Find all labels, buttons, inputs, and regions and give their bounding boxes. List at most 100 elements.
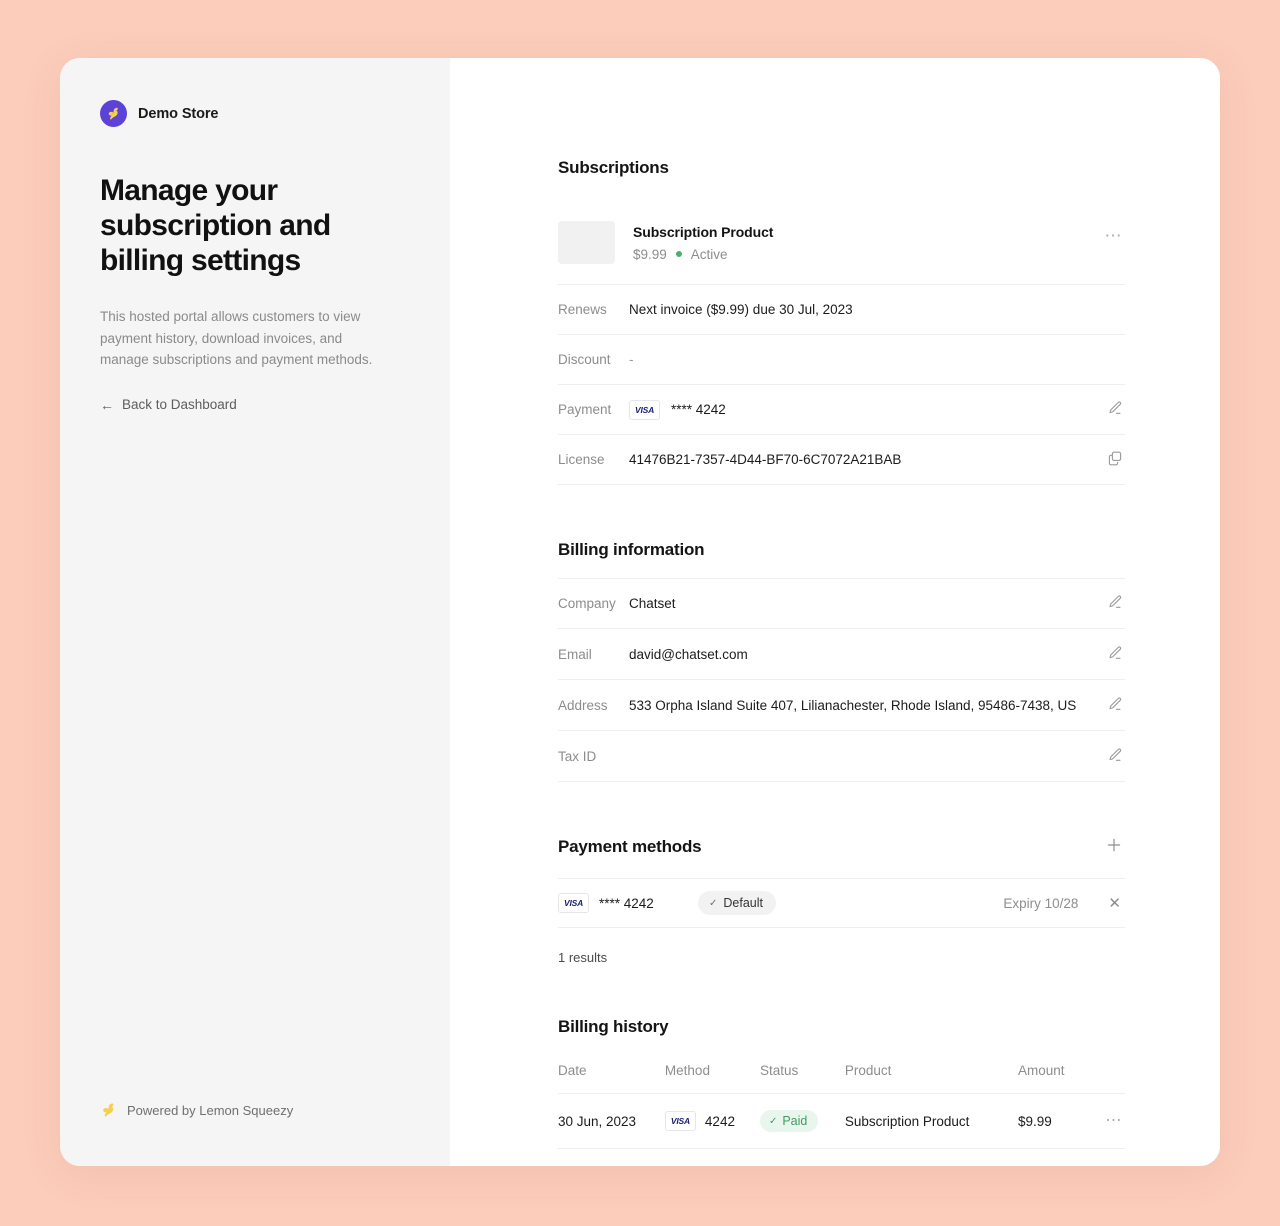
status-dot-icon (675, 251, 682, 257)
subscriptions-section: Subscriptions Subscription Product $9.99… (558, 158, 1125, 485)
billing-history-title: Billing history (558, 1017, 669, 1036)
default-badge: ✓ Default (698, 891, 776, 915)
copy-license-button[interactable] (1105, 448, 1125, 471)
visa-label: VISA (634, 404, 655, 415)
paid-status-badge: ✓ Paid (759, 1110, 819, 1132)
sidebar: Demo Store Manage your subscription and … (60, 58, 450, 1166)
renews-label: Renews (558, 302, 607, 317)
tax-id-label: Tax ID (558, 748, 597, 764)
license-row: License 41476B21-7357-4D44-BF70-6C7072A2… (558, 435, 1125, 485)
edit-tax-id-button[interactable] (1105, 745, 1125, 768)
payment-method-row: VISA **** 4242 ✓ Default Expiry 10/28 ✕ (558, 878, 1125, 928)
page-title: Manage your subscription and billing set… (100, 174, 331, 277)
close-icon: ✕ (1108, 894, 1121, 912)
visa-card-icon: VISA (664, 1111, 696, 1131)
billing-history-section: Billing history Date Method Status Produ… (558, 1017, 1125, 1166)
arrow-left-icon: ← (100, 396, 114, 413)
payment-methods-header: Payment methods (558, 834, 1125, 859)
visa-label: VISA (563, 898, 584, 908)
edit-icon (1107, 696, 1123, 715)
edit-payment-button[interactable] (1105, 398, 1125, 421)
table-header: Date Method Status Product Amount (558, 1063, 1125, 1094)
default-badge-label: Default (723, 896, 763, 910)
payment-methods-section: Payment methods VISA **** 4242 ✓ Default… (558, 834, 1125, 965)
billing-information-section: Billing information Company Chatset Emai… (558, 540, 1125, 782)
email-label: Email (558, 646, 592, 662)
payment-label: Payment (558, 402, 612, 417)
subscription-info: Subscription Product $9.99 Active (633, 224, 1085, 262)
payment-method-card: VISA **** 4242 (558, 893, 698, 913)
company-label: Company (558, 596, 616, 611)
visa-card-icon: VISA (558, 893, 589, 913)
address-value: 533 Orpha Island Suite 407, Lilianachest… (629, 697, 1077, 713)
plus-icon (1105, 836, 1123, 857)
cell-method: VISA 4242 (664, 1093, 760, 1149)
email-value: david@chatset.com (629, 646, 748, 662)
back-to-dashboard-label: Back to Dashboard (122, 397, 237, 412)
payment-value: VISA **** 4242 (629, 399, 1105, 420)
check-icon: ✓ (709, 897, 718, 909)
method-last4: 4242 (704, 1113, 735, 1129)
column-header-amount: Amount (1018, 1063, 1087, 1094)
column-header-date: Date (558, 1063, 665, 1094)
visa-card-icon: VISA (629, 399, 660, 420)
billing-portal-card: Demo Store Manage your subscription and … (60, 58, 1220, 1166)
brand: Demo Store (100, 100, 410, 127)
edit-company-button[interactable] (1105, 592, 1125, 615)
check-icon: ✓ (768, 1115, 778, 1127)
edit-icon (1107, 400, 1123, 419)
cell-menu: ⋯ (1086, 1093, 1126, 1149)
edit-email-button[interactable] (1105, 643, 1125, 666)
address-row: Address 533 Orpha Island Suite 407, Lili… (558, 680, 1125, 731)
edit-icon (1107, 594, 1123, 613)
edit-icon (1107, 645, 1123, 664)
payment-card-number: **** 4242 (671, 402, 726, 417)
table-header-row: Date Method Status Product Amount (558, 1063, 1125, 1094)
column-header-status: Status (759, 1063, 845, 1094)
renews-value: Next invoice ($9.99) due 30 Jul, 2023 (629, 302, 853, 317)
billing-history-table: Date Method Status Product Amount 30 Jun… (558, 1063, 1125, 1149)
edit-address-button[interactable] (1105, 694, 1125, 717)
invoice-menu-button[interactable]: ⋯ (1104, 1111, 1126, 1131)
powered-by-label: Powered by Lemon Squeezy (127, 1103, 294, 1118)
edit-icon (1107, 747, 1123, 766)
tax-id-row: Tax ID (558, 731, 1125, 782)
product-price: $9.99 (633, 246, 667, 262)
product-name: Subscription Product (633, 223, 774, 240)
payment-method-number: **** 4242 (599, 895, 654, 911)
license-value: 41476B21-7357-4D44-BF70-6C7072A21BAB (629, 452, 902, 467)
powered-by-footer: Powered by Lemon Squeezy (100, 1101, 293, 1120)
remove-payment-method-button[interactable]: ✕ (1104, 894, 1125, 913)
back-to-dashboard-link[interactable]: ← Back to Dashboard (100, 397, 237, 412)
method-cell: VISA 4242 (664, 1111, 760, 1131)
page-description: This hosted portal allows customers to v… (100, 309, 373, 367)
billing-information-title: Billing information (558, 540, 705, 559)
cell-product: Subscription Product (844, 1093, 1019, 1149)
brand-name: Demo Store (138, 105, 219, 122)
add-payment-method-button[interactable] (1103, 834, 1125, 859)
product-thumbnail (558, 221, 615, 264)
payment-methods-title: Payment methods (558, 836, 702, 856)
column-header-product: Product (844, 1063, 1019, 1094)
subscription-item[interactable]: Subscription Product $9.99 Active ⋯ (558, 221, 1125, 285)
lemon-icon (100, 1101, 117, 1120)
discount-label: Discount (558, 352, 611, 367)
table-row[interactable]: 30 Jun, 2023 VISA 4242 ✓ Paid Subscripti… (558, 1093, 1126, 1149)
discount-row: Discount - (558, 335, 1125, 385)
payment-row: Payment VISA **** 4242 (558, 385, 1125, 435)
payment-method-expiry: Expiry 10/28 (1003, 895, 1079, 911)
license-label: License (558, 452, 605, 467)
status-badge: Active (690, 246, 728, 262)
subscription-menu-button[interactable]: ⋯ (1103, 223, 1126, 248)
column-header-menu (1086, 1063, 1125, 1094)
product-meta: $9.99 Active (633, 247, 1085, 262)
visa-label: VISA (670, 1116, 690, 1126)
company-row: Company Chatset (558, 578, 1125, 629)
column-header-method: Method (664, 1063, 760, 1094)
discount-value: - (629, 352, 634, 367)
renews-row: Renews Next invoice ($9.99) due 30 Jul, … (558, 285, 1125, 335)
cell-date: 30 Jun, 2023 (558, 1093, 665, 1149)
address-label: Address (558, 697, 608, 713)
table-body: 30 Jun, 2023 VISA 4242 ✓ Paid Subscripti… (558, 1093, 1126, 1149)
subscriptions-title: Subscriptions (558, 158, 669, 177)
